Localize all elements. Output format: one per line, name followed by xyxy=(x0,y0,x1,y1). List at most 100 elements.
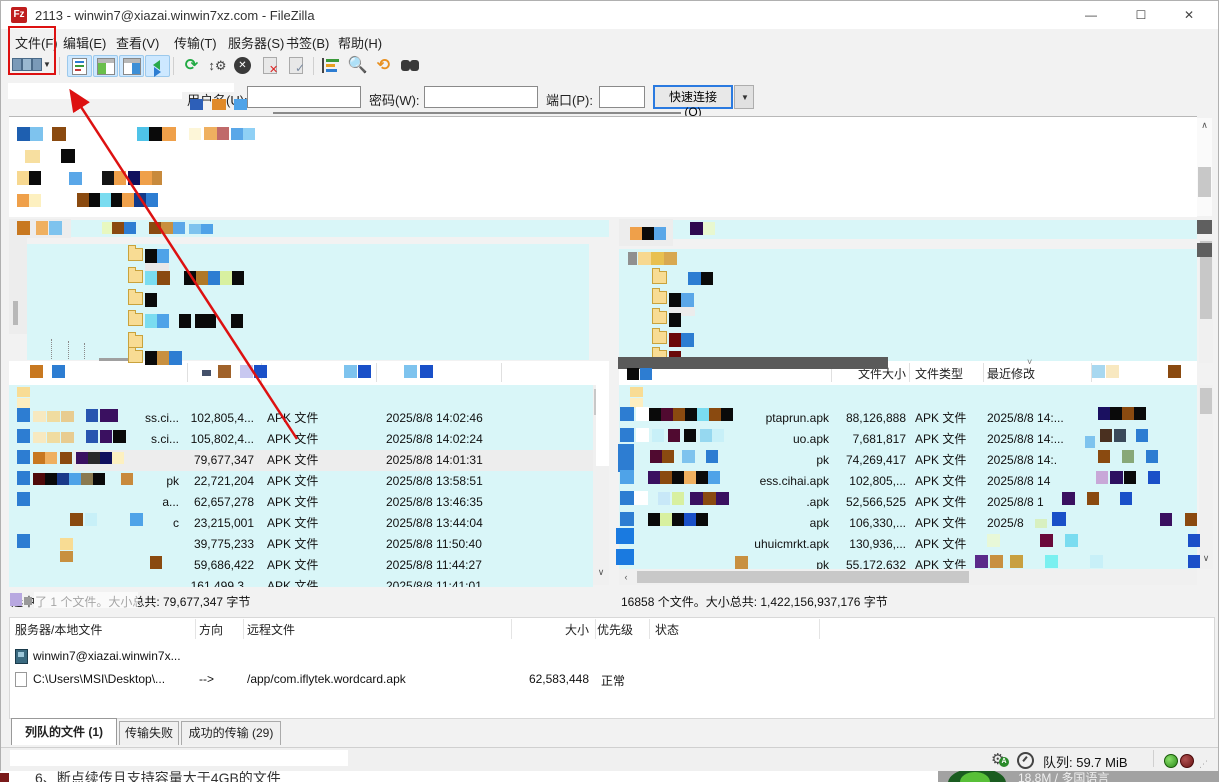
folder-icon[interactable] xyxy=(128,292,143,305)
file-row-type[interactable]: APK 文件 xyxy=(267,408,367,429)
tab-failed-transfers[interactable]: 传输失败 xyxy=(119,721,179,745)
toggle-log-button[interactable] xyxy=(67,55,92,77)
file-row-type[interactable]: APK 文件 xyxy=(267,450,367,471)
file-row-size[interactable]: 62,657,278 xyxy=(124,492,254,513)
file-row-size[interactable]: 79,677,347 xyxy=(124,450,254,471)
folder-icon[interactable] xyxy=(652,311,667,324)
close-button[interactable]: ✕ xyxy=(1167,1,1211,29)
file-row-type[interactable]: APK 文件 xyxy=(267,513,367,534)
folder-icon[interactable] xyxy=(652,291,667,304)
tab-queued-files[interactable]: 列队的文件 (1) xyxy=(11,718,117,745)
file-row-date[interactable]: 2025/8/8 14:... xyxy=(987,408,1107,429)
file-row-type[interactable]: APK 文件 xyxy=(267,471,367,492)
port-input[interactable] xyxy=(599,86,645,108)
file-row-type[interactable]: APK 文件 xyxy=(915,534,995,555)
speed-limit-icon[interactable] xyxy=(1017,752,1034,769)
folder-icon[interactable] xyxy=(652,271,667,284)
log-scrollbar-thumb[interactable] xyxy=(1198,167,1211,197)
queue-header-local[interactable]: 服务器/本地文件 xyxy=(15,621,102,638)
file-row-date[interactable]: 2025/8/8 14 xyxy=(987,471,1107,492)
file-row-size[interactable]: 105,802,4... xyxy=(124,429,254,450)
file-row-size[interactable]: 106,330,... xyxy=(826,513,906,534)
file-row-size[interactable]: 55,172,632 xyxy=(826,555,906,569)
file-row-date[interactable]: 2025/8/8 14:. xyxy=(987,450,1107,471)
file-row-type[interactable]: APK 文件 xyxy=(915,492,995,513)
queue-row-remote-file[interactable]: /app/com.iflytek.wordcard.apk xyxy=(247,672,406,686)
username-input[interactable] xyxy=(247,86,361,108)
menu-bookmarks[interactable]: 书签(B) xyxy=(286,33,329,52)
password-input[interactable] xyxy=(424,86,538,108)
disconnect-button[interactable]: ✕ xyxy=(259,55,284,77)
folder-icon[interactable] xyxy=(128,313,143,326)
file-row-date[interactable]: 2025/8/8 14:02:24 xyxy=(386,429,546,450)
file-row-size[interactable]: 130,936,... xyxy=(826,534,906,555)
menu-file[interactable]: 文件(F) xyxy=(15,33,58,52)
auto-transfer-gear-icon[interactable]: ⚙A xyxy=(991,750,1004,768)
file-row-size[interactable]: 88,126,888 xyxy=(826,408,906,429)
menu-server[interactable]: 服务器(S) xyxy=(228,33,284,52)
file-row-size[interactable]: 22,721,204 xyxy=(124,471,254,492)
file-row-name[interactable]: uhuicmrkt.apk xyxy=(619,534,829,555)
queue-header-status[interactable]: 状态 xyxy=(655,621,679,638)
file-row-size[interactable]: 102,805,4... xyxy=(124,408,254,429)
file-row-size[interactable]: 161,499,3... xyxy=(124,576,254,587)
file-row-date[interactable]: 2025/8/8 14:02:46 xyxy=(386,408,546,429)
reconnect-button[interactable]: ✓ xyxy=(285,55,310,77)
file-row-type[interactable]: APK 文件 xyxy=(267,534,367,555)
file-row-size[interactable]: 23,215,001 xyxy=(124,513,254,534)
file-row-date[interactable]: 2025/8 xyxy=(987,513,1107,534)
file-row-date[interactable]: 2025/8/8 14:01:31 xyxy=(386,450,546,471)
filter-button[interactable] xyxy=(319,55,344,77)
folder-icon[interactable] xyxy=(128,270,143,283)
remote-header-modified[interactable]: 最近修改 xyxy=(987,365,1035,383)
queue-header-remote[interactable]: 远程文件 xyxy=(247,621,295,638)
refresh-button[interactable]: ⟳ xyxy=(179,55,204,77)
queue-row-local-file[interactable]: C:\Users\MSI\Desktop\... xyxy=(33,672,165,686)
queue-header-size[interactable]: 大小 xyxy=(501,621,589,638)
find-files-button[interactable] xyxy=(399,55,424,77)
chevron-down-icon[interactable]: ▼ xyxy=(43,60,51,69)
file-row-date[interactable]: 2025/8/8 13:58:51 xyxy=(386,471,546,492)
menu-transfer[interactable]: 传输(T) xyxy=(174,33,217,52)
file-row-type[interactable]: APK 文件 xyxy=(267,555,367,576)
local-list-scroll-down-arrow[interactable]: ∨ xyxy=(593,567,609,578)
remote-list-scroll-down-arrow[interactable]: ∨ xyxy=(1199,553,1213,564)
toggle-local-tree-button[interactable] xyxy=(93,55,118,77)
minimize-button[interactable]: — xyxy=(1069,1,1113,29)
remote-header-type[interactable]: 文件类型 xyxy=(915,365,963,383)
process-queue-button[interactable]: ↕⚙ xyxy=(205,55,230,77)
file-row-date[interactable]: 2025/8/8 11:50:40 xyxy=(386,534,546,555)
file-row-type[interactable]: APK 文件 xyxy=(915,408,995,429)
maximize-button[interactable]: ☐ xyxy=(1119,1,1163,29)
remote-list-scrollbar-thumb[interactable] xyxy=(1200,388,1212,414)
resize-grip[interactable]: ⋰ xyxy=(1199,759,1208,770)
file-row-name[interactable]: pk xyxy=(619,555,829,569)
compare-button[interactable]: 🔍 xyxy=(345,55,370,77)
file-row-type[interactable]: APK 文件 xyxy=(915,513,995,534)
queue-header-priority[interactable]: 优先级 xyxy=(597,621,633,638)
file-row-type[interactable]: APK 文件 xyxy=(915,429,995,450)
file-row-size[interactable]: 102,805,... xyxy=(826,471,906,492)
remote-list-scroll-left-arrow[interactable]: ‹ xyxy=(619,572,633,582)
menu-view[interactable]: 查看(V) xyxy=(116,33,159,52)
menu-help[interactable]: 帮助(H) xyxy=(338,33,382,52)
title-bar[interactable]: Fz 2113 - winwin7@xiazai.winwin7xz.com -… xyxy=(1,1,1218,29)
tab-successful-transfers[interactable]: 成功的传输 (29) xyxy=(181,721,281,745)
site-manager-button[interactable]: ▼ xyxy=(11,55,47,77)
message-log[interactable] xyxy=(9,116,1197,217)
queue-header-direction[interactable]: 方向 xyxy=(199,621,223,638)
file-row-size[interactable]: 59,686,422 xyxy=(124,555,254,576)
file-row-date[interactable]: 2025/8/8 11:41:01 xyxy=(386,576,546,587)
quickconnect-button[interactable]: 快速连接(Q) xyxy=(653,85,733,109)
file-row-type[interactable]: APK 文件 xyxy=(915,450,995,471)
file-row-type[interactable]: APK 文件 xyxy=(267,492,367,513)
folder-icon[interactable] xyxy=(128,248,143,261)
toggle-remote-tree-button[interactable] xyxy=(119,55,144,77)
file-row-type[interactable]: APK 文件 xyxy=(267,576,367,587)
file-row-date[interactable]: 2025/8/8 13:44:04 xyxy=(386,513,546,534)
remote-list-hscrollbar-thumb[interactable] xyxy=(637,571,969,583)
file-row-name[interactable]: uo.apk xyxy=(619,429,829,450)
local-list-header[interactable] xyxy=(9,361,609,386)
file-row-type[interactable]: APK 文件 xyxy=(267,429,367,450)
file-row-size[interactable]: 39,775,233 xyxy=(124,534,254,555)
